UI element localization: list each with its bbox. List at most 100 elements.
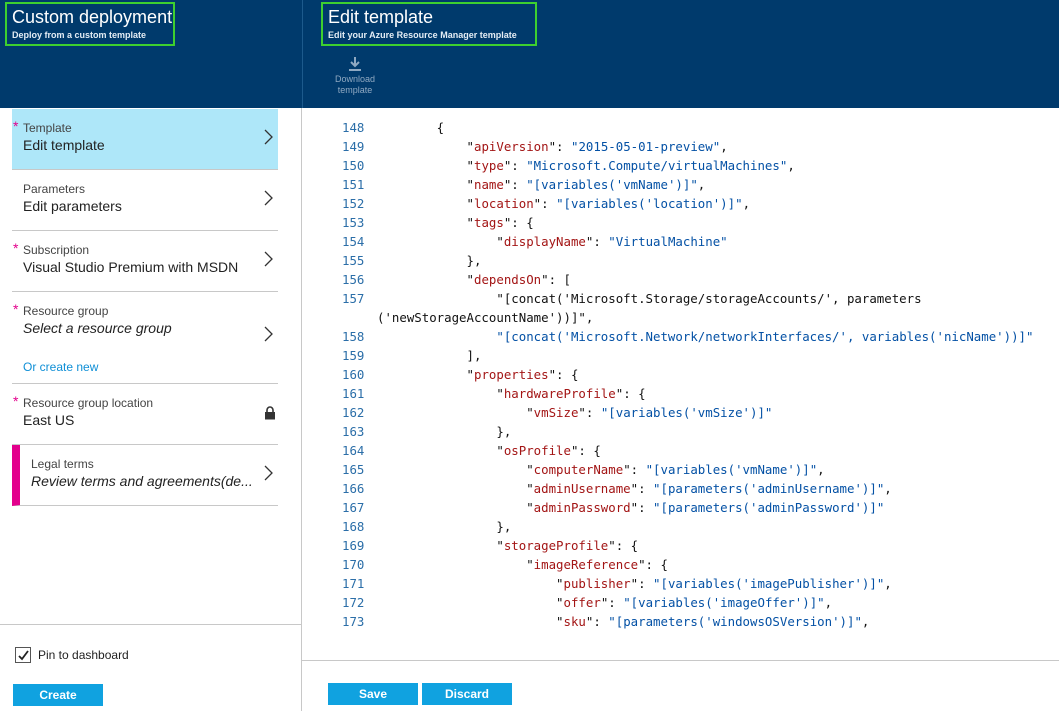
- line-number: 170: [342, 557, 365, 572]
- code-text: "[concat('Microsoft.Network/networkInter…: [496, 329, 1034, 344]
- code-text: "offer": "[variables('imageOffer')]",: [377, 595, 833, 610]
- required-marker: *: [13, 301, 19, 317]
- deployment-steps: * Template Edit template Parameters Edit…: [12, 109, 278, 506]
- code-text: "apiVersion": "2015-05-01-preview",: [377, 139, 728, 154]
- line-number: 160: [342, 367, 365, 382]
- line-number: 158: [342, 329, 365, 344]
- code-text: "[concat('Microsoft.Storage/storageAccou…: [377, 291, 922, 306]
- step-value: Edit template: [23, 137, 105, 153]
- step-label: Legal terms: [31, 457, 94, 471]
- code-text: "location": "[variables('location')]",: [377, 196, 751, 211]
- line-number: 161: [342, 386, 365, 401]
- line-number: 165: [342, 462, 365, 477]
- line-number: 154: [342, 234, 365, 249]
- blade-title: Custom deployment: [12, 7, 173, 27]
- code-text: ],: [377, 348, 482, 363]
- line-number: 173: [342, 614, 365, 629]
- save-button[interactable]: Save: [328, 683, 418, 705]
- line-number: 148: [342, 120, 365, 135]
- line-number: 155: [342, 253, 365, 268]
- code-text: "publisher": "[variables('imagePublisher…: [377, 576, 892, 591]
- step-value: Select a resource group: [23, 320, 172, 336]
- step-subscription[interactable]: * Subscription Visual Studio Premium wit…: [12, 231, 278, 292]
- step-template[interactable]: * Template Edit template: [12, 109, 278, 170]
- code-text: },: [377, 519, 512, 534]
- chevron-right-icon: [264, 251, 273, 267]
- line-number: 157: [342, 291, 365, 306]
- blade-subtitle: Deploy from a custom template: [12, 30, 147, 40]
- lock-icon: [265, 406, 275, 420]
- line-number: 162: [342, 405, 365, 420]
- edit-template-blade: Edit template Edit your Azure Resource M…: [302, 0, 1059, 711]
- code-text: "tags": {: [377, 215, 534, 230]
- line-number: 167: [342, 500, 365, 515]
- chevron-right-icon: [264, 129, 273, 145]
- step-label: Resource group: [23, 304, 109, 318]
- code-text: {: [377, 120, 445, 135]
- create-new-link[interactable]: Or create new: [23, 360, 98, 374]
- pin-to-dashboard[interactable]: Pin to dashboard: [15, 647, 129, 663]
- step-label: Template: [23, 121, 72, 135]
- code-text: "name": "[variables('vmName')]",: [377, 177, 706, 192]
- required-marker: *: [13, 240, 19, 256]
- blade-footer: Save Discard: [302, 660, 1059, 711]
- blade-header: Custom deployment Deploy from a custom t…: [0, 0, 302, 108]
- step-value: Edit parameters: [23, 198, 122, 214]
- discard-button[interactable]: Discard: [422, 683, 512, 705]
- code-text: },: [377, 424, 512, 439]
- line-number: 171: [342, 576, 365, 591]
- code-text: "computerName": "[variables('vmName')]",: [377, 462, 825, 477]
- step-label: Subscription: [23, 243, 90, 257]
- line-number: 163: [342, 424, 365, 439]
- code-text: "sku": "[parameters('windowsOSVersion')]…: [377, 614, 870, 629]
- step-value: Review terms and agreements(de...: [31, 473, 253, 489]
- code-text: "hardwareProfile": {: [377, 386, 646, 401]
- line-number: 152: [342, 196, 365, 211]
- code-text: "storageProfile": {: [377, 538, 639, 553]
- pin-checkbox[interactable]: [15, 647, 31, 663]
- line-number: 151: [342, 177, 365, 192]
- code-text: "displayName": "VirtualMachine": [377, 234, 728, 249]
- line-number: 149: [342, 139, 365, 154]
- template-code-editor[interactable]: 148 {149 "apiVersion": "2015-05-01-previ…: [302, 118, 1059, 638]
- line-number: 166: [342, 481, 365, 496]
- line-number: 156: [342, 272, 365, 287]
- step-parameters[interactable]: Parameters Edit parameters: [12, 170, 278, 231]
- code-text: ('newStorageAccountName'))]",: [377, 310, 594, 325]
- blade-title-highlight: Edit template Edit your Azure Resource M…: [321, 2, 537, 46]
- step-label: Resource group location: [23, 396, 154, 410]
- step-resource-group[interactable]: * Resource group Select a resource group…: [12, 292, 278, 384]
- chevron-right-icon: [264, 190, 273, 206]
- step-value: Visual Studio Premium with MSDN: [23, 259, 239, 275]
- line-number: 164: [342, 443, 365, 458]
- code-text: "vmSize": "[variables('vmSize')]": [377, 405, 773, 420]
- step-resource-group-location[interactable]: * Resource group location East US: [12, 384, 278, 445]
- code-text: "properties": {: [377, 367, 579, 382]
- chevron-right-icon: [264, 465, 273, 481]
- code-text: "osProfile": {: [377, 443, 601, 458]
- required-marker: *: [13, 393, 19, 409]
- blade-footer: Pin to dashboard Create: [0, 624, 302, 711]
- line-number: 172: [342, 595, 365, 610]
- download-icon: [349, 57, 361, 71]
- blade-header: Edit template Edit your Azure Resource M…: [302, 0, 1059, 108]
- code-text: "adminPassword": "[parameters('adminPass…: [377, 500, 885, 515]
- blade-title-highlight: Custom deployment Deploy from a custom t…: [5, 2, 175, 46]
- line-number: 169: [342, 538, 365, 553]
- create-button[interactable]: Create: [13, 684, 103, 706]
- code-text: "imageReference": {: [377, 557, 668, 572]
- required-marker: *: [13, 118, 19, 134]
- code-text: "dependsOn": [: [377, 272, 571, 287]
- download-label: template: [337, 85, 373, 95]
- line-number: 168: [342, 519, 365, 534]
- line-number: 153: [342, 215, 365, 230]
- code-text: },: [377, 253, 482, 268]
- blade-title: Edit template: [328, 7, 434, 27]
- code-text: "type": "Microsoft.Compute/virtualMachin…: [377, 158, 795, 173]
- line-number: 150: [342, 158, 365, 173]
- custom-deployment-blade: Custom deployment Deploy from a custom t…: [0, 0, 302, 711]
- step-legal-terms[interactable]: Legal terms Review terms and agreements(…: [12, 445, 278, 506]
- step-value: East US: [23, 412, 75, 428]
- checkmark-icon: [18, 650, 29, 661]
- download-template-button[interactable]: Download template: [327, 56, 383, 96]
